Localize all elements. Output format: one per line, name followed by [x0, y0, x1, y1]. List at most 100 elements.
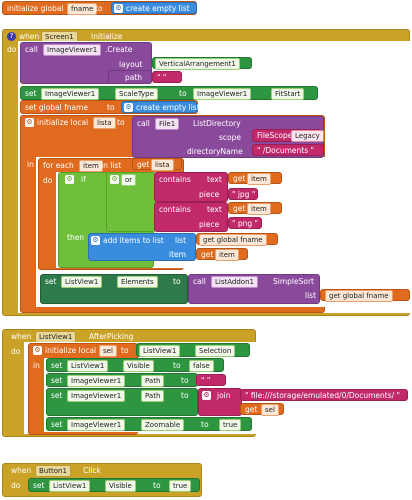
do-label-3: do	[11, 481, 21, 490]
gear-icon[interactable]: ⚙	[124, 103, 133, 112]
get-item-block-1[interactable]: get item	[228, 172, 282, 185]
init-global-name[interactable]: fname	[67, 3, 98, 15]
documents-path-text-block[interactable]: " file:///storage/emulated/0/Documents/ …	[240, 389, 408, 401]
selection-property-dropdown[interactable]: Selection	[195, 345, 236, 357]
get-sel-label: get	[245, 405, 258, 414]
init-local-name[interactable]: lista	[93, 117, 116, 129]
call-label: call	[25, 45, 38, 54]
zoomable-component-dropdown[interactable]: ImageViewer1	[67, 419, 126, 431]
zoomable-true-dropdown[interactable]: true	[219, 419, 242, 431]
filescope-block[interactable]: FileScope Legacy	[252, 129, 324, 142]
scaletype-component-dropdown[interactable]: ImageViewer1	[41, 88, 100, 100]
empty-text-value: " "	[157, 73, 167, 82]
get-item-var-1[interactable]: item	[247, 173, 271, 185]
get-item-var-2[interactable]: item	[247, 203, 271, 215]
selection-getter-block[interactable]: ListView1 Selection	[136, 343, 250, 357]
set-elements-set-label: set	[45, 277, 57, 286]
get-lista-block[interactable]: get lista	[132, 158, 182, 171]
set-elements-block[interactable]: set ListView1 Elements to	[40, 274, 188, 304]
empty-text-block-2[interactable]: " "	[196, 374, 226, 386]
gear-icon[interactable]: ⚙	[202, 391, 211, 400]
get-item-block-3[interactable]: get item	[196, 248, 248, 261]
addon-component-dropdown[interactable]: ListAddon1	[211, 276, 258, 288]
add-items-block[interactable]: ⚙ add items to list list item	[88, 233, 196, 261]
piece-label-1: piece	[199, 190, 220, 199]
contains-block-2[interactable]: contains text piece	[154, 202, 228, 232]
create-empty-list-block-2[interactable]: ⚙ create empty list	[121, 101, 200, 113]
documents-path-value: " file:///storage/emulated/0/Documents/ …	[245, 391, 400, 400]
create-empty-list-block[interactable]: ⚙ create empty list	[111, 2, 197, 14]
call-simplesort-block[interactable]: call ListAddon1 SimpleSort list	[188, 274, 320, 304]
directory-text-block[interactable]: " /Documents "	[252, 144, 324, 156]
get-global-fname-block-2[interactable]: get global fname	[320, 289, 410, 302]
foreach-item-var[interactable]: item	[79, 160, 103, 172]
gear-icon[interactable]: ⚙	[114, 4, 123, 13]
add-items-item-label: item	[169, 250, 186, 259]
layout-component-dropdown[interactable]: VerticalArrangement1	[155, 58, 240, 70]
zoomable-property-dropdown[interactable]: Zoomable	[141, 419, 185, 431]
scaletype-value-component[interactable]: ImageViewer1	[193, 88, 252, 100]
selection-component-dropdown[interactable]: ListView1	[139, 345, 181, 357]
visible-false-dropdown[interactable]: false	[189, 360, 214, 372]
scaletype-property-dropdown[interactable]: ScaleType	[115, 88, 158, 100]
set-scaletype-block[interactable]: set ImageViewer1 ScaleType to ImageViewe…	[20, 86, 318, 100]
set-path1-set-label: set	[51, 376, 63, 385]
button-component-dropdown[interactable]: Button1	[35, 465, 71, 477]
zoomable-to-label: to	[201, 420, 209, 429]
set-visible-true-block[interactable]: set ListView1 Visible to true	[28, 478, 200, 492]
set-visible-false-block[interactable]: set ListView1 Visible to false	[46, 358, 224, 372]
do-label: do	[7, 45, 17, 54]
or-dropdown[interactable]: or	[121, 174, 137, 186]
elements-component-dropdown[interactable]: ListView1	[61, 276, 103, 288]
path2-to-label: to	[181, 391, 189, 400]
filescope-option-dropdown[interactable]: Legacy	[291, 130, 324, 142]
get-sel-var[interactable]: sel	[261, 404, 279, 416]
scope-label: scope	[219, 133, 241, 142]
init-local-sel-name[interactable]: sel	[99, 345, 117, 357]
get-lista-var[interactable]: lista	[151, 159, 174, 171]
visible2-property-dropdown[interactable]: Visible	[105, 480, 136, 492]
simplesort-list-label: list	[305, 291, 317, 300]
gear-icon[interactable]: ⚙	[33, 346, 42, 355]
visible-true-dropdown[interactable]: true	[169, 480, 192, 492]
gear-icon[interactable]: ⚙	[65, 175, 74, 184]
get-item-var-3[interactable]: item	[215, 249, 239, 261]
get-global-fname-var[interactable]: get global fname	[199, 234, 267, 246]
elements-property-dropdown[interactable]: Elements	[117, 276, 158, 288]
visible-component-dropdown[interactable]: ListView1	[67, 360, 109, 372]
help-icon[interactable]: ?	[7, 32, 16, 41]
contains-block-1[interactable]: contains text piece	[154, 172, 228, 202]
get-label-3: get	[201, 250, 214, 259]
file-component-dropdown[interactable]: File1	[155, 118, 180, 130]
visible-to-label: to	[173, 361, 181, 370]
elements-to-label: to	[173, 277, 181, 286]
set-global-fname-block[interactable]: set global fname to ⚙ create empty list	[20, 100, 200, 114]
set-path-join-block[interactable]: set ImageViewer1 Path to	[46, 388, 198, 416]
visible2-component-dropdown[interactable]: ListView1	[49, 480, 91, 492]
scaletype-value[interactable]: FitStart	[271, 88, 305, 100]
get-item-block-2[interactable]: get item	[228, 202, 282, 215]
create-component-dropdown[interactable]: ImageViewer1	[43, 44, 102, 56]
png-text-block[interactable]: " png "	[228, 217, 262, 229]
empty-text-block[interactable]: " "	[152, 71, 182, 83]
piece-label-2: piece	[199, 220, 220, 229]
join-block[interactable]: ⚙ join	[198, 388, 242, 416]
path1-property-dropdown[interactable]: Path	[141, 375, 165, 387]
path2-property-dropdown[interactable]: Path	[141, 390, 165, 402]
or-block[interactable]: ⚙ or	[106, 172, 156, 232]
path1-component-dropdown[interactable]: ImageViewer1	[67, 375, 126, 387]
gear-icon[interactable]: ⚙	[91, 236, 100, 245]
visible-property-dropdown[interactable]: Visible	[123, 360, 154, 372]
get-sel-block[interactable]: get sel	[240, 403, 284, 416]
gear-icon[interactable]: ⚙	[110, 175, 119, 184]
add-items-label: add items to list	[103, 236, 164, 245]
path2-component-dropdown[interactable]: ImageViewer1	[67, 390, 126, 402]
layout-component-block[interactable]: VerticalArrangement1	[152, 57, 252, 70]
set-path-empty-block[interactable]: set ImageViewer1 Path to	[46, 373, 198, 387]
init-global-block[interactable]: initialize global fname to ⚙ create empt…	[2, 1, 197, 15]
get-global-fname-var-2[interactable]: get global fname	[325, 290, 393, 302]
get-global-fname-block[interactable]: get global fname	[196, 233, 278, 246]
set-zoomable-block[interactable]: set ImageViewer1 Zoomable to true	[46, 417, 252, 431]
gear-icon[interactable]: ⚙	[25, 118, 34, 127]
jpg-text-block[interactable]: " jpg "	[228, 188, 258, 200]
